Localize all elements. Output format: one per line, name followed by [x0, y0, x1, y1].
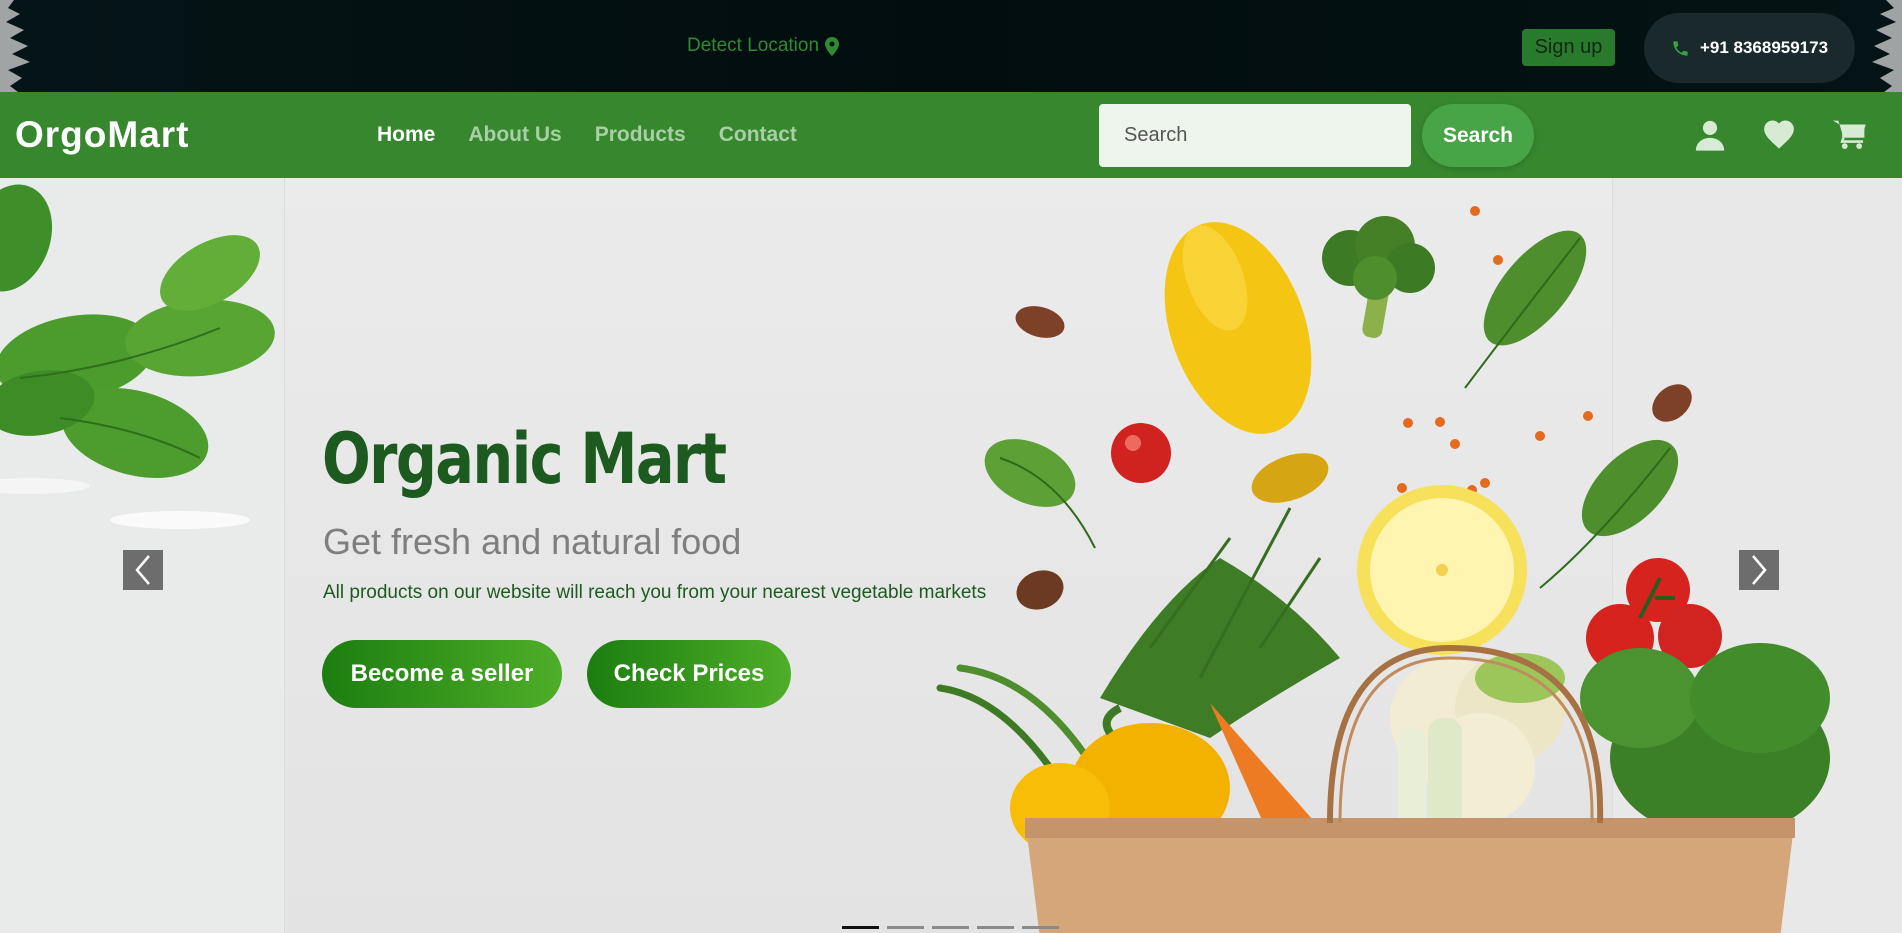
nav-link-about-us[interactable]: About Us — [468, 123, 561, 147]
chevron-left-icon — [135, 555, 150, 585]
chevron-right-icon — [1752, 555, 1767, 585]
site-logo[interactable]: OrgoMart — [15, 114, 190, 156]
nav-link-contact[interactable]: Contact — [719, 123, 797, 147]
hero-description: All products on our website will reach y… — [323, 582, 987, 603]
nav-link-home[interactable]: Home — [377, 123, 435, 147]
phone-icon — [1673, 40, 1688, 56]
signup-label: Sign up — [1534, 36, 1603, 58]
torn-edge-decoration — [0, 0, 30, 92]
main-navbar: OrgoMart Home About Us Products Contact … — [0, 92, 1902, 178]
search-button[interactable]: Search — [1422, 104, 1534, 167]
produce-scatter-image — [936, 206, 1830, 933]
heart-icon[interactable] — [1762, 118, 1796, 152]
carousel-indicator[interactable] — [887, 926, 924, 929]
cart-icon[interactable] — [1833, 118, 1867, 152]
top-bar: Detect Location Sign up +91 8368959173 — [0, 0, 1902, 92]
phone-number: +91 8368959173 — [1699, 38, 1829, 57]
vegetables-illustration — [0, 184, 1830, 933]
carousel-indicator[interactable] — [1022, 926, 1059, 929]
nav-links: Home About Us Products Contact — [377, 123, 797, 147]
hero-subtitle: Get fresh and natural food — [323, 521, 742, 562]
check-prices-button[interactable]: Check Prices — [587, 640, 791, 708]
phone-contact[interactable]: +91 8368959173 — [1644, 13, 1855, 83]
carousel-indicators — [842, 926, 1059, 929]
carousel-indicator[interactable] — [932, 926, 969, 929]
map-pin-icon — [825, 36, 840, 56]
hero-carousel: Organic Mart Get fresh and natural food … — [0, 178, 1902, 933]
search-input[interactable] — [1099, 104, 1411, 167]
spinach-leaves-image — [0, 184, 275, 529]
hero-title: Organic Mart — [322, 418, 727, 500]
detect-location-label: Detect Location — [687, 35, 820, 56]
signup-button[interactable]: Sign up — [1522, 29, 1615, 66]
become-seller-button[interactable]: Become a seller — [322, 640, 562, 708]
detect-location-link[interactable]: Detect Location — [687, 35, 840, 57]
user-icon[interactable] — [1693, 118, 1727, 152]
torn-edge-decoration — [1872, 0, 1902, 92]
carousel-indicator[interactable] — [977, 926, 1014, 929]
nav-link-products[interactable]: Products — [595, 123, 686, 147]
carousel-prev-button[interactable] — [123, 550, 163, 590]
carousel-indicator[interactable] — [842, 926, 879, 929]
carousel-next-button[interactable] — [1739, 550, 1779, 590]
